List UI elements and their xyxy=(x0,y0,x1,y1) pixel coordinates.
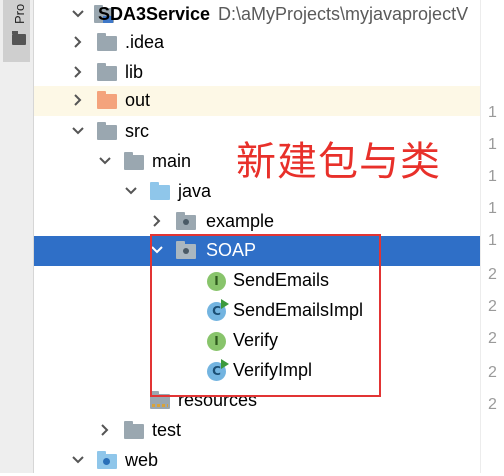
chevron-right-icon[interactable] xyxy=(69,63,87,81)
tree-row-test[interactable]: test xyxy=(34,416,480,446)
chevron-right-icon[interactable] xyxy=(148,212,166,230)
line-number: 1 xyxy=(488,168,497,185)
web-folder-icon xyxy=(97,451,117,469)
editor-line-gutter: 1 1 1 1 1 2 2 2 2 2 xyxy=(480,0,504,473)
tree-item-label: test xyxy=(152,420,182,440)
chevron-down-icon[interactable] xyxy=(69,451,87,469)
excluded-folder-icon xyxy=(97,91,117,109)
line-number: 2 xyxy=(488,396,497,413)
line-number: 2 xyxy=(488,330,497,347)
tree-item-label: main xyxy=(152,151,192,171)
folder-icon xyxy=(124,421,144,439)
project-name: SDA3Service xyxy=(98,4,211,24)
tree-item-label: web xyxy=(125,450,159,470)
folder-icon xyxy=(97,63,117,81)
project-tool-tab[interactable]: Pro xyxy=(3,0,30,62)
project-tool-tab-label: Pro xyxy=(12,3,27,24)
tree-row-lib[interactable]: lib xyxy=(34,58,480,88)
folder-icon xyxy=(124,152,144,170)
tree-row-web[interactable]: web xyxy=(34,446,480,476)
chevron-right-icon[interactable] xyxy=(69,33,87,51)
package-icon xyxy=(176,212,196,230)
line-number: 1 xyxy=(488,232,497,249)
chevron-down-icon[interactable] xyxy=(122,182,140,200)
source-folder-icon xyxy=(150,182,170,200)
tree-item-label: src xyxy=(125,121,149,141)
tree-row-idea[interactable]: .idea xyxy=(34,28,480,58)
chevron-down-icon[interactable] xyxy=(69,122,87,140)
tree-item-label: example xyxy=(206,211,275,231)
chevron-down-icon[interactable] xyxy=(69,5,87,23)
annotation-text: 新建包与类 xyxy=(236,139,441,185)
tree-item-label: .idea xyxy=(125,32,165,52)
line-number: 1 xyxy=(488,136,497,153)
tree-row-example[interactable]: example xyxy=(34,207,480,237)
project-tool-window-strip: Pro xyxy=(0,0,34,473)
line-number: 1 xyxy=(488,200,497,217)
tree-row-project-root[interactable]: SDA3Service D:\aMyProjects\myjavaproject… xyxy=(34,0,480,30)
folder-icon xyxy=(97,33,117,51)
chevron-right-icon[interactable] xyxy=(69,91,87,109)
chevron-down-icon[interactable] xyxy=(96,152,114,170)
line-number: 2 xyxy=(488,364,497,381)
annotation-highlight-box xyxy=(150,234,381,397)
folder-icon xyxy=(12,31,26,45)
tree-item-label: java xyxy=(178,181,212,201)
line-number: 2 xyxy=(488,266,497,283)
line-number: 2 xyxy=(488,298,497,315)
folder-icon xyxy=(97,122,117,140)
tree-item-label: lib xyxy=(125,62,144,82)
tree-item-label: out xyxy=(125,90,151,110)
chevron-right-icon[interactable] xyxy=(96,421,114,439)
tree-row-out[interactable]: out xyxy=(34,86,480,116)
project-path: D:\aMyProjects\myjavaprojectV xyxy=(218,4,469,24)
line-number: 1 xyxy=(488,104,497,121)
